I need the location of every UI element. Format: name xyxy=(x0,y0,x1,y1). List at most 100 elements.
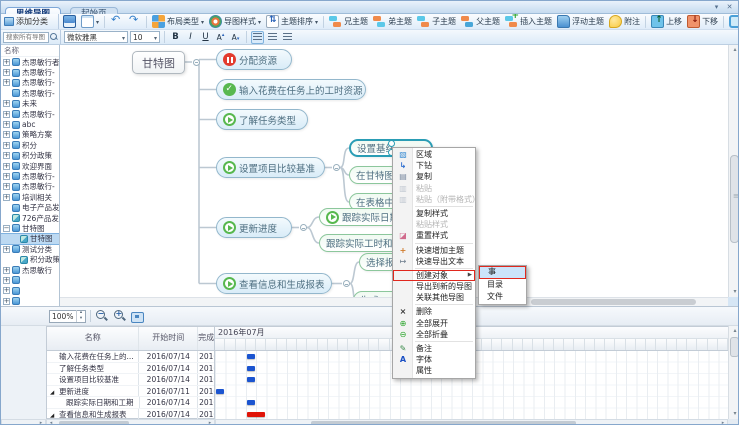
expander-icon[interactable] xyxy=(3,298,10,305)
collapse-toggle[interactable] xyxy=(300,224,307,231)
了解任务类型[interactable]: 了解任务类型 2016/07/14 2016/0 xyxy=(47,363,214,375)
tree-item[interactable] xyxy=(1,286,59,296)
expander-icon[interactable] xyxy=(3,131,10,138)
menu-paste-style[interactable]: 粘贴样式 xyxy=(393,219,475,230)
note-button[interactable]: 附注 xyxy=(607,14,642,29)
table-hscroll-thumb[interactable] xyxy=(59,421,129,425)
menu-quick-add-topic[interactable]: + 快速增加主题 xyxy=(393,245,475,256)
tree-item[interactable]: 积分 xyxy=(1,140,59,150)
redo-button[interactable] xyxy=(126,14,143,29)
panel-collapse-icon[interactable] xyxy=(711,2,722,12)
align-center-button[interactable] xyxy=(266,31,279,44)
map-style-button[interactable]: 导图样式 xyxy=(207,14,263,29)
menu-link-other-map[interactable]: 关联其他导图 xyxy=(393,292,475,303)
panel-close-icon[interactable] xyxy=(724,2,735,12)
move-down-button[interactable]: 下移 xyxy=(685,14,720,29)
collapse-toggle[interactable] xyxy=(343,280,350,287)
search-input[interactable] xyxy=(3,32,49,43)
tree-item[interactable]: 杰思敏行者 xyxy=(1,57,59,67)
canvas-hscroll-thumb[interactable] xyxy=(531,299,696,305)
zoom-fit-icon[interactable] xyxy=(131,312,144,323)
tree-item[interactable]: 策略方案 xyxy=(1,130,59,140)
tree-item[interactable] xyxy=(1,275,59,285)
expander-icon[interactable] xyxy=(3,246,10,253)
menu-create-object[interactable]: 创建对象 ▶ xyxy=(393,270,475,281)
tree-item[interactable]: 测试分类 xyxy=(1,244,59,254)
tree-item[interactable] xyxy=(1,296,59,306)
zoom-in-icon[interactable] xyxy=(113,309,127,323)
tree-item[interactable]: 杰思敏行- xyxy=(1,67,59,77)
scroll-right-icon[interactable] xyxy=(719,420,727,425)
tree-item[interactable]: 培训相关 xyxy=(1,192,59,202)
expander-icon[interactable] xyxy=(3,152,10,159)
row-expander-icon[interactable] xyxy=(50,411,54,420)
expander-icon[interactable] xyxy=(3,287,10,294)
align-left-button[interactable] xyxy=(251,31,264,44)
输入花费在任务上的...[interactable]: 输入花费在任务上的... 2016/07/14 2016/0 xyxy=(47,351,214,363)
menu-paste-with-format[interactable]: ▥ 粘贴（附带格式） xyxy=(393,194,475,205)
canvas-vscroll-thumb[interactable] xyxy=(730,155,739,243)
submenu-item-event[interactable]: 事 xyxy=(479,266,526,279)
menu-expand-all[interactable]: ⊕ 全部展开 xyxy=(393,318,475,329)
submenu-item-file[interactable]: 文件 xyxy=(479,291,526,304)
menu-font[interactable]: A 字体 xyxy=(393,354,475,365)
expander-icon[interactable] xyxy=(3,100,10,107)
topic-enter-task-hours[interactable]: 输入花费在任务上的工时资源 xyxy=(216,79,366,100)
child-topic-button[interactable]: 子主题 xyxy=(415,14,458,29)
timeline-vscroll-thumb[interactable] xyxy=(730,337,739,357)
menu-copy-style[interactable]: 复制样式 xyxy=(393,208,475,219)
font-family-select[interactable]: 微软雅黑 xyxy=(64,31,128,43)
menu-collapse-all[interactable]: ⊖ 全部折叠 xyxy=(393,329,475,340)
collapse-toggle[interactable] xyxy=(333,164,340,171)
gantt-bar[interactable] xyxy=(216,389,224,394)
scroll-right-icon[interactable] xyxy=(206,420,214,425)
spin-down-icon[interactable] xyxy=(77,316,85,322)
tree-item-gantt-selected[interactable]: 甘特图 xyxy=(1,234,59,244)
underline-button[interactable]: U xyxy=(199,31,212,44)
layout-type-button[interactable]: 布局类型 xyxy=(150,14,206,29)
跟踪实际日期和工期[interactable]: 跟踪实际日期和工期 2016/07/14 2016/0 xyxy=(47,397,214,409)
parent-topic-button[interactable]: 父主题 xyxy=(459,14,502,29)
zoom-out-icon[interactable] xyxy=(95,309,109,323)
add-category-button[interactable]: 添加分类 xyxy=(1,14,59,29)
设置项目比较基准[interactable]: 设置项目比较基准 2016/07/14 2016/0 xyxy=(47,374,214,386)
topic-view-info-reports[interactable]: 查看信息和生成报表 xyxy=(216,273,332,294)
floating-topic-button[interactable]: 浮动主题 xyxy=(555,14,606,29)
expander-icon[interactable] xyxy=(3,267,10,274)
save-button[interactable] xyxy=(61,14,78,29)
timeline-vertical-scrollbar[interactable]: ▴ ▾ xyxy=(728,326,739,419)
expander-icon[interactable] xyxy=(3,121,10,128)
tree-item[interactable]: 杰思敏行- xyxy=(1,88,59,98)
gantt-bar[interactable] xyxy=(247,377,255,382)
menu-remark[interactable]: ✎ 备注 xyxy=(393,343,475,354)
italic-button[interactable]: I xyxy=(184,31,197,44)
expander-icon[interactable] xyxy=(3,142,10,149)
undo-button[interactable] xyxy=(108,14,125,29)
collapse-toggle[interactable] xyxy=(193,59,200,66)
menu-drill-down[interactable]: ↳ 下钻 xyxy=(393,160,475,171)
timeline-hscroll[interactable] xyxy=(215,419,728,425)
menu-region[interactable]: ▧ 区域 xyxy=(393,149,475,160)
tree-item[interactable]: 未来 xyxy=(1,99,59,109)
gantt-zoom-input[interactable] xyxy=(50,312,76,321)
timeline-hscroll-thumb[interactable] xyxy=(311,421,576,425)
table-hscroll[interactable] xyxy=(46,419,215,425)
gantt-bar[interactable] xyxy=(247,412,265,417)
shrink-font-button[interactable]: A xyxy=(229,31,242,44)
topic-sort-button[interactable]: 主题排序 xyxy=(264,14,320,29)
topic-set-project-baseline[interactable]: 设置项目比较基准 xyxy=(216,157,325,178)
expander-icon[interactable] xyxy=(3,225,10,232)
expander-icon[interactable] xyxy=(3,277,10,284)
menu-reset-style[interactable]: ◪ 重置样式 xyxy=(393,230,475,241)
scroll-right-icon[interactable] xyxy=(37,420,45,425)
tree-item[interactable]: 726产品发 xyxy=(1,213,59,223)
region-button[interactable]: 区域 xyxy=(727,14,739,29)
export-button[interactable] xyxy=(79,14,101,29)
align-right-button[interactable] xyxy=(281,31,294,44)
expander-icon[interactable] xyxy=(3,79,10,86)
gantt-bar[interactable] xyxy=(247,366,255,371)
topic-update-progress[interactable]: 更新进度 xyxy=(216,217,292,238)
canvas-vertical-scrollbar[interactable]: ▴ ▾ xyxy=(728,45,739,297)
root-topic[interactable]: 甘特图 xyxy=(132,51,185,74)
menu-paste[interactable]: ▥ 粘贴 xyxy=(393,183,475,194)
